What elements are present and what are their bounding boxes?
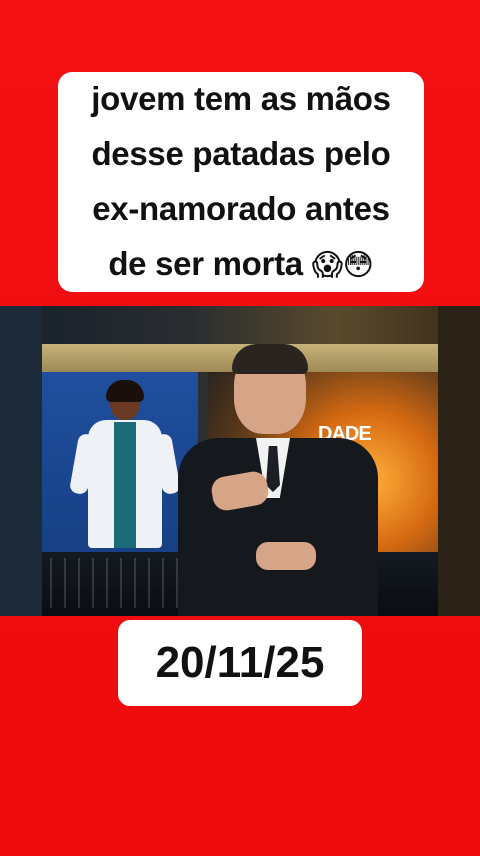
caption-line-3: ex-namorado antes [92, 190, 390, 227]
nurse-scrubs [114, 422, 136, 548]
news-anchor [170, 344, 380, 616]
date-box: 20/11/25 [118, 620, 362, 706]
caption-line-4: de ser morta 😱😳 [91, 236, 390, 293]
caption-line-4-text: de ser morta [108, 245, 303, 282]
caption-line-1: jovem tem as mãos [91, 80, 391, 117]
caption-text: jovem tem as mãos desse patadas pelo ex-… [91, 71, 391, 293]
screaming-face-icon: 😱 [311, 248, 343, 283]
anchor-hair [232, 344, 308, 374]
caption-box: jovem tem as mãos desse patadas pelo ex-… [58, 72, 424, 292]
studio-floor-lines [50, 558, 180, 608]
anchor-hand-folded [256, 542, 316, 570]
video-player[interactable]: DADE TA [0, 306, 480, 616]
flushed-face-icon: 😳 [342, 248, 374, 283]
date-label: 20/11/25 [155, 638, 325, 687]
nurse-photo [68, 380, 182, 552]
frame-right-edge [438, 306, 480, 616]
app-root: jovem tem as mãos desse patadas pelo ex-… [0, 0, 480, 856]
frame-left-edge [0, 306, 42, 616]
caption-line-2: desse patadas pelo [91, 135, 391, 172]
nurse-hair [106, 380, 144, 402]
